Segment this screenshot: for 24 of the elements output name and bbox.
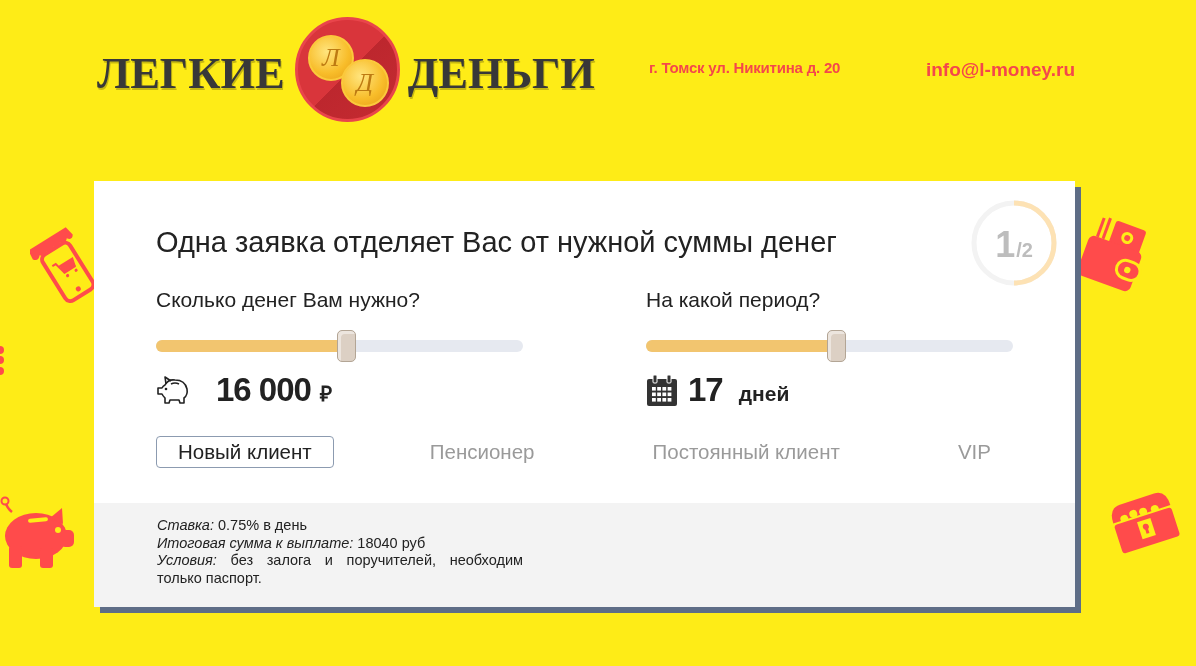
client-type-tab[interactable]: Новый клиент: [156, 436, 334, 468]
logo-coin: Л: [307, 35, 354, 81]
detail-text: Условия: без залога и поручителей, необходим только паспорт.: [157, 552, 523, 588]
email-link[interactable]: info@l-money.ru: [925, 58, 1075, 81]
address-text: г. Томск ул. Никитина д. 20: [649, 59, 841, 76]
piggy-bank-icon: [156, 373, 190, 407]
slider-handle[interactable]: [337, 330, 357, 362]
calendar-icon: [646, 373, 678, 407]
slider-label: Сколько денег Вам нужно?: [156, 288, 421, 312]
logo-text: ДЕНЬГИ: [407, 51, 595, 96]
unit-text: дней: [738, 382, 790, 406]
slider-handle[interactable]: [827, 330, 847, 362]
amount-value: 16 000: [216, 370, 311, 410]
logo-coin: Д: [340, 59, 389, 107]
card-title: Одна заявка отделяет Вас от нужной суммы денег: [156, 225, 837, 259]
amount-value: 17: [688, 370, 723, 410]
step-total: /2: [1016, 240, 1033, 260]
detail-text: Ставка: 0.75% в день: [157, 517, 308, 535]
unit-text: ₽: [319, 381, 332, 407]
logo-text: ЛЕГКИЕ: [97, 51, 285, 96]
step-number: 1: [995, 227, 1016, 263]
slider-label: На какой период?: [646, 288, 822, 312]
partial-icon: [0, 345, 4, 376]
detail-text: Итоговая сумма к выплате: 18040 руб: [157, 534, 427, 553]
